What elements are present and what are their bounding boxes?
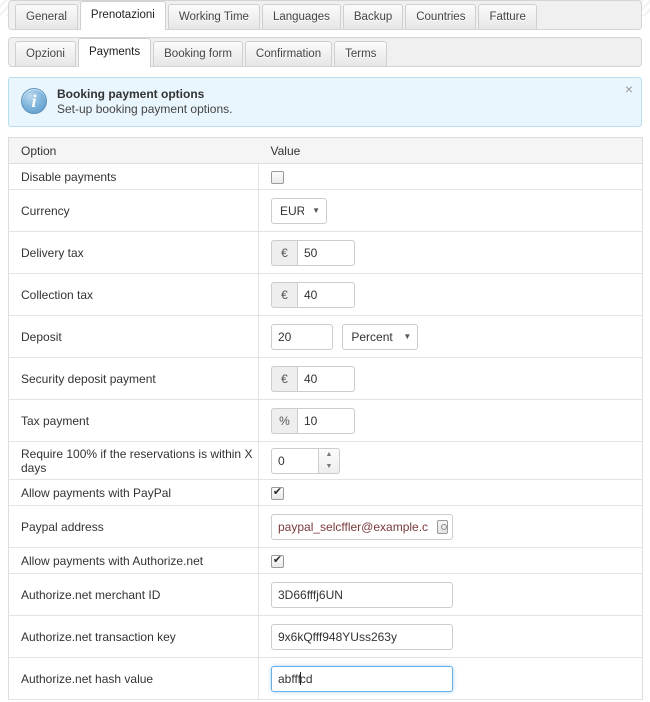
deposit-amount-input[interactable] bbox=[271, 323, 333, 350]
row-value-paypal-address bbox=[258, 505, 643, 548]
stepper-down-icon[interactable]: ▼ bbox=[319, 461, 339, 473]
stepper-up-icon[interactable]: ▲ bbox=[319, 449, 339, 461]
alert-title: Booking payment options bbox=[57, 87, 205, 101]
authorize-hash-value-input[interactable]: abfffcd bbox=[271, 665, 453, 692]
table-row: Security deposit payment € bbox=[8, 357, 643, 400]
secondary-tabbar: Opzioni Payments Booking form Confirmati… bbox=[8, 37, 642, 67]
row-label-tax-payment: Tax payment bbox=[8, 399, 259, 442]
euro-addon-icon: € bbox=[271, 281, 297, 308]
payment-options-table: Option Value Disable payments Currency E… bbox=[8, 137, 643, 700]
collection-tax-input[interactable] bbox=[297, 281, 355, 308]
tab-opzioni[interactable]: Opzioni bbox=[15, 41, 76, 66]
tab-booking-form[interactable]: Booking form bbox=[153, 41, 243, 66]
table-header-row: Option Value bbox=[8, 137, 643, 164]
authorize-transaction-key-input[interactable] bbox=[271, 623, 453, 650]
allow-authorize-net-checkbox[interactable] bbox=[271, 553, 284, 568]
table-row: Authorize.net merchant ID bbox=[8, 573, 643, 616]
require-days-input[interactable] bbox=[271, 447, 318, 474]
require-days-stepper: ▲ ▼ bbox=[271, 447, 340, 474]
row-value-collection-tax: € bbox=[258, 273, 643, 316]
primary-tabbar: General Prenotazioni Working Time Langua… bbox=[8, 0, 642, 30]
row-value-authorize-transaction-key bbox=[258, 615, 643, 658]
allow-paypal-checkbox[interactable] bbox=[271, 485, 284, 500]
tab-terms[interactable]: Terms bbox=[334, 41, 388, 66]
row-value-require-full-payment-days: ▲ ▼ bbox=[258, 441, 643, 480]
security-deposit-input[interactable] bbox=[297, 365, 355, 392]
currency-select-wrap: EUR ▼ bbox=[271, 197, 327, 224]
key-manager-icon[interactable] bbox=[437, 519, 448, 534]
row-label-authorize-hash-value: Authorize.net hash value bbox=[8, 657, 259, 700]
table-row: Currency EUR ▼ bbox=[8, 189, 643, 232]
row-label-allow-authorize-net: Allow payments with Authorize.net bbox=[8, 547, 259, 574]
paypal-address-field-wrap bbox=[271, 513, 453, 540]
deposit-type-select-wrap: Percent ▼ bbox=[342, 323, 419, 350]
euro-addon-icon: € bbox=[271, 365, 297, 392]
stepper-buttons: ▲ ▼ bbox=[318, 447, 340, 474]
security-deposit-input-group: € bbox=[271, 365, 355, 392]
tab-fatture[interactable]: Fatture bbox=[478, 4, 537, 29]
row-value-deposit: Percent ▼ bbox=[258, 315, 643, 358]
column-header-value: Value bbox=[258, 137, 643, 164]
table-row: Collection tax € bbox=[8, 273, 643, 316]
hash-value-text-after-caret: cd bbox=[299, 671, 313, 686]
table-row: Authorize.net transaction key bbox=[8, 615, 643, 658]
row-value-authorize-hash-value: abfffcd bbox=[258, 657, 643, 700]
row-value-allow-paypal bbox=[258, 479, 643, 506]
close-icon[interactable]: × bbox=[625, 82, 633, 96]
table-row: Disable payments bbox=[8, 163, 643, 190]
tax-payment-input-group: % bbox=[271, 407, 355, 434]
table-row: Deposit Percent ▼ bbox=[8, 315, 643, 358]
tax-payment-input[interactable] bbox=[297, 407, 355, 434]
table-row: Paypal address bbox=[8, 505, 643, 548]
tab-prenotazioni[interactable]: Prenotazioni bbox=[79, 1, 166, 30]
euro-addon-icon: € bbox=[271, 239, 297, 266]
row-value-security-deposit-payment: € bbox=[258, 357, 643, 400]
delivery-tax-input-group: € bbox=[271, 239, 355, 266]
info-alert: Booking payment options Set-up booking p… bbox=[8, 77, 642, 127]
tab-payments[interactable]: Payments bbox=[78, 38, 152, 67]
tab-backup[interactable]: Backup bbox=[342, 4, 404, 29]
tab-confirmation[interactable]: Confirmation bbox=[244, 41, 333, 66]
tab-languages[interactable]: Languages bbox=[261, 4, 341, 29]
row-label-require-full-payment-days: Require 100% if the reservations is with… bbox=[8, 441, 259, 480]
column-header-option: Option bbox=[8, 137, 259, 164]
info-circle-icon bbox=[21, 88, 47, 114]
row-label-delivery-tax: Delivery tax bbox=[8, 231, 259, 274]
row-label-allow-paypal: Allow payments with PayPal bbox=[8, 479, 259, 506]
collection-tax-input-group: € bbox=[271, 281, 355, 308]
table-row: Tax payment % bbox=[8, 399, 643, 442]
table-row: Allow payments with PayPal bbox=[8, 479, 643, 506]
settings-page: General Prenotazioni Working Time Langua… bbox=[0, 0, 650, 702]
table-row: Authorize.net hash value abfffcd bbox=[8, 657, 643, 700]
tab-general[interactable]: General bbox=[15, 4, 78, 29]
row-label-authorize-merchant-id: Authorize.net merchant ID bbox=[8, 573, 259, 616]
row-label-currency: Currency bbox=[8, 189, 259, 232]
row-label-security-deposit-payment: Security deposit payment bbox=[8, 357, 259, 400]
table-row: Delivery tax € bbox=[8, 231, 643, 274]
percent-addon-icon: % bbox=[271, 407, 297, 434]
authorize-merchant-id-input[interactable] bbox=[271, 581, 453, 608]
tab-working-time[interactable]: Working Time bbox=[167, 4, 260, 29]
row-value-authorize-merchant-id bbox=[258, 573, 643, 616]
delivery-tax-input[interactable] bbox=[297, 239, 355, 266]
alert-subtitle: Set-up booking payment options. bbox=[57, 102, 233, 116]
table-row: Require 100% if the reservations is with… bbox=[8, 441, 643, 480]
row-value-currency: EUR ▼ bbox=[258, 189, 643, 232]
disable-payments-checkbox[interactable] bbox=[271, 170, 284, 184]
table-row: Allow payments with Authorize.net bbox=[8, 547, 643, 574]
tab-countries[interactable]: Countries bbox=[405, 4, 477, 29]
row-value-allow-authorize-net bbox=[258, 547, 643, 574]
row-label-authorize-transaction-key: Authorize.net transaction key bbox=[8, 615, 259, 658]
row-label-paypal-address: Paypal address bbox=[8, 505, 259, 548]
row-label-deposit: Deposit bbox=[8, 315, 259, 358]
deposit-type-select[interactable]: Percent bbox=[342, 323, 419, 350]
hash-value-text-before-caret: abfff bbox=[278, 671, 301, 686]
row-value-delivery-tax: € bbox=[258, 231, 643, 274]
row-label-collection-tax: Collection tax bbox=[8, 273, 259, 316]
paypal-address-input[interactable] bbox=[271, 513, 453, 540]
currency-select[interactable]: EUR bbox=[271, 197, 327, 224]
row-label-disable-payments: Disable payments bbox=[8, 163, 259, 190]
row-value-disable-payments bbox=[258, 163, 643, 190]
row-value-tax-payment: % bbox=[258, 399, 643, 442]
